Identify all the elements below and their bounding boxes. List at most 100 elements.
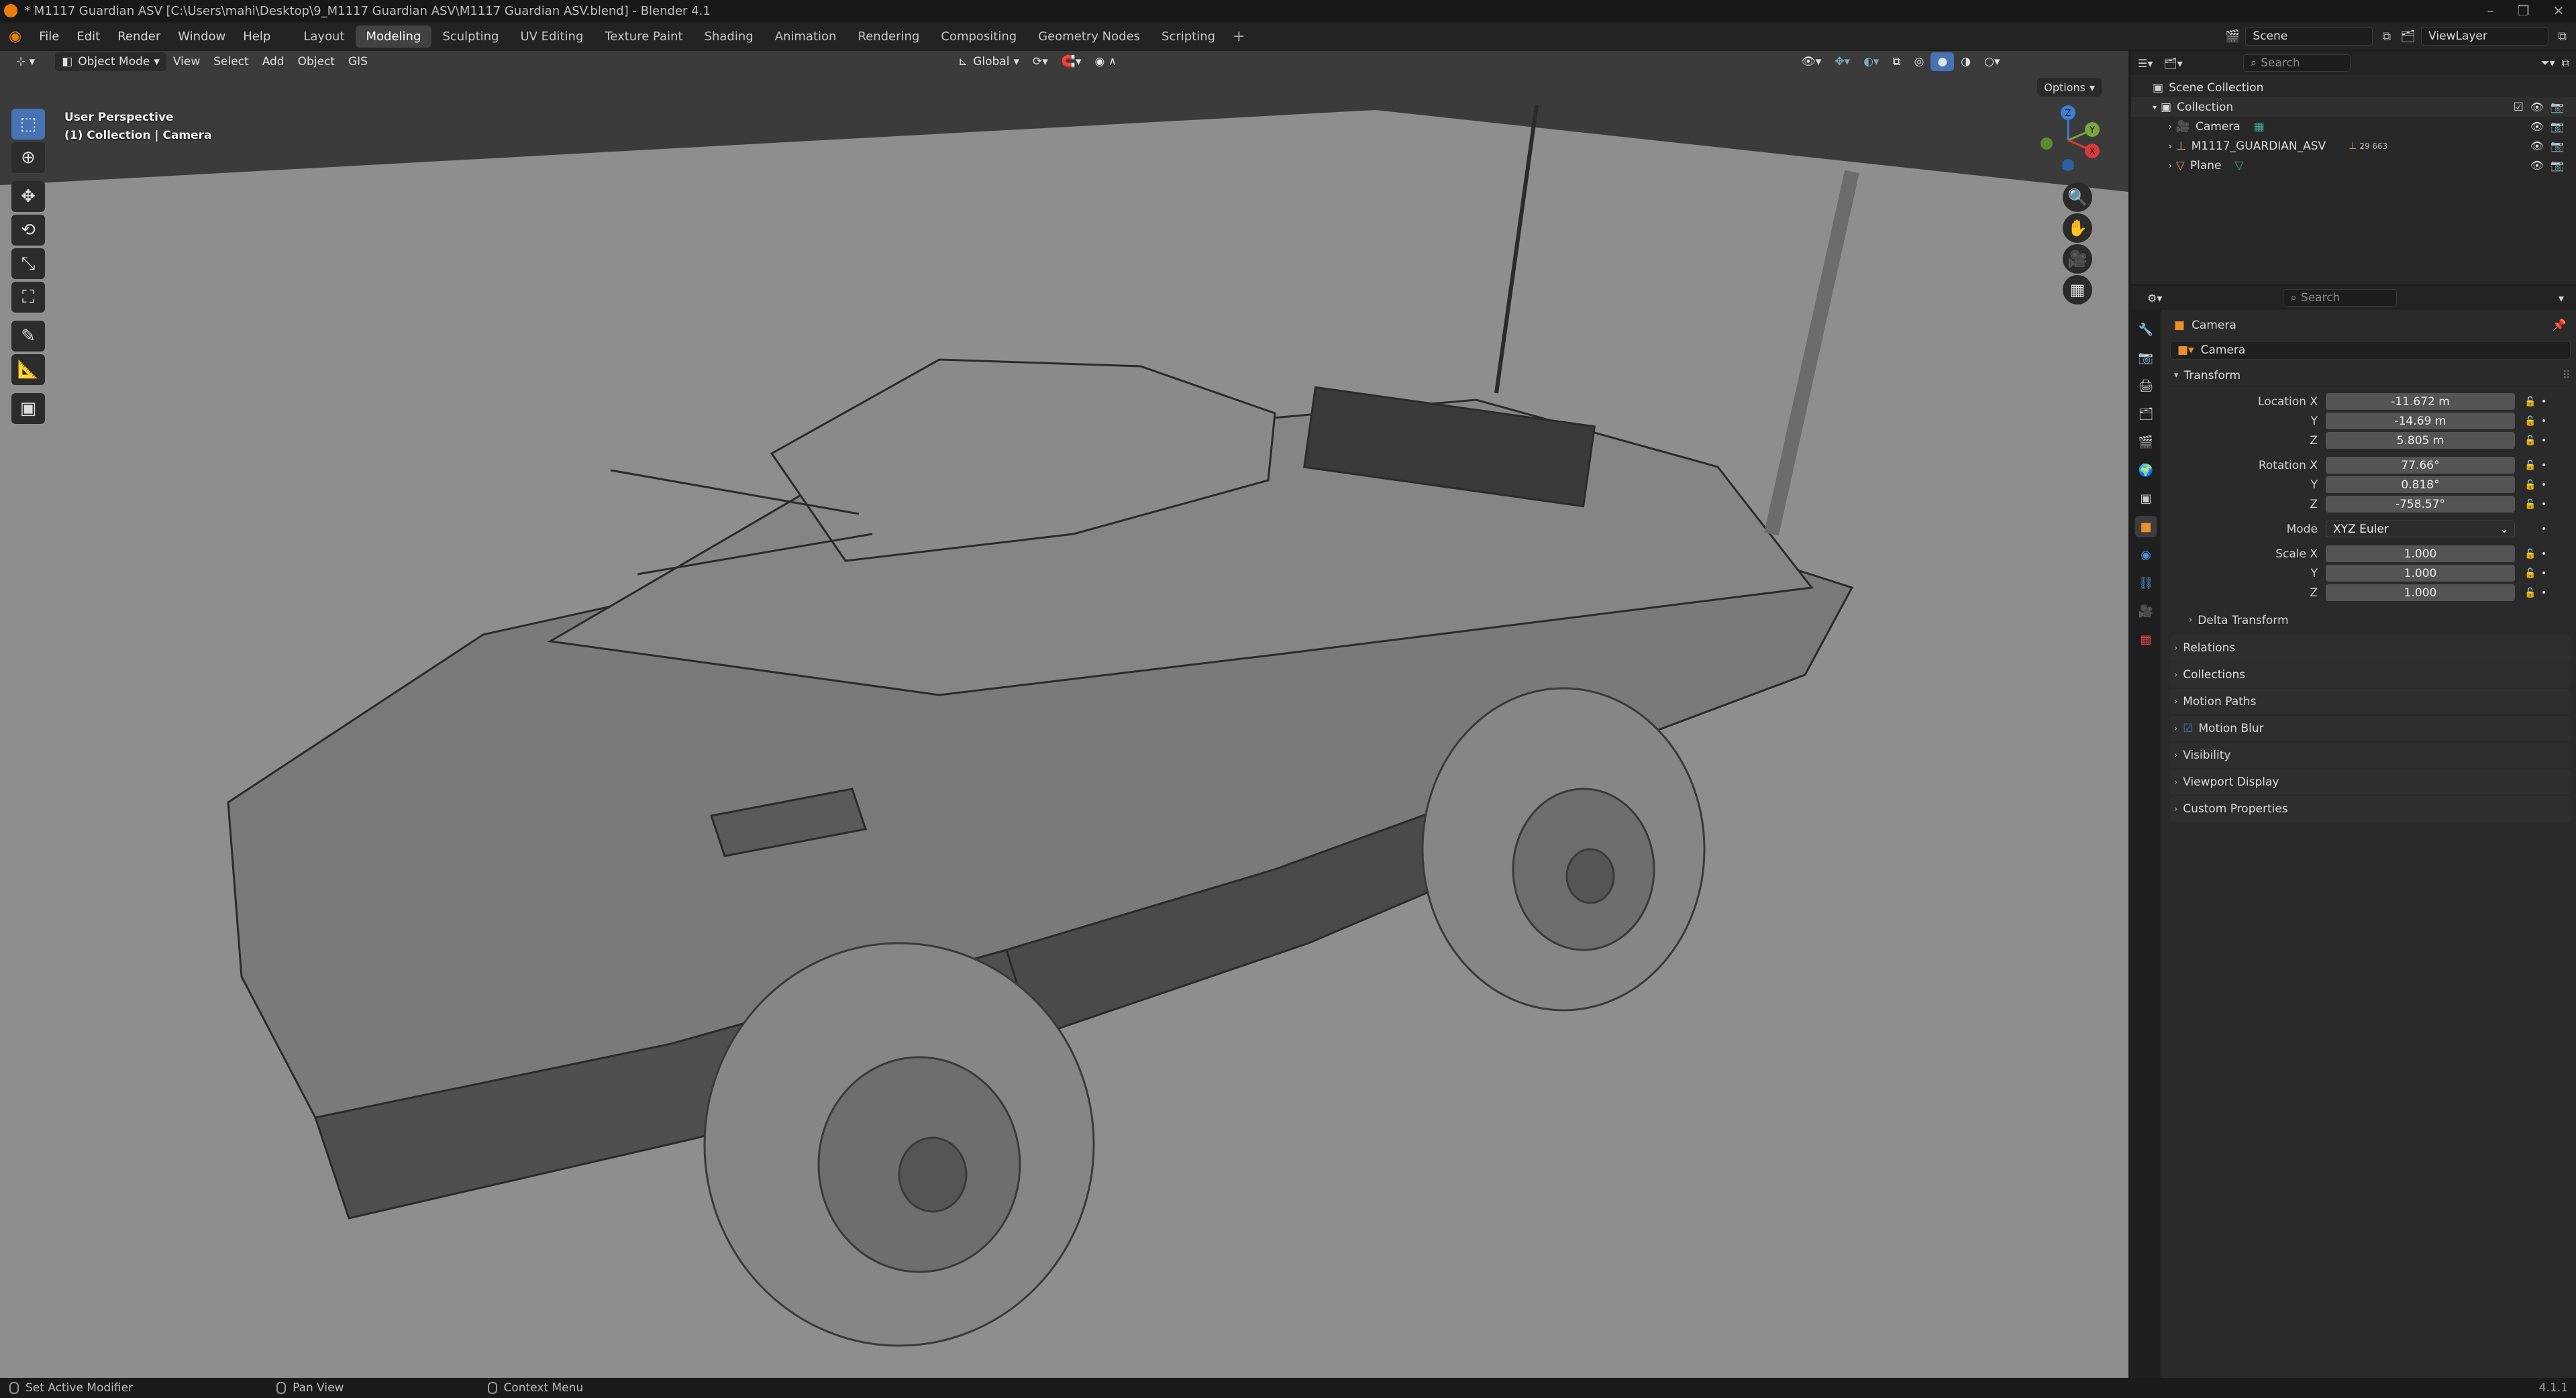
close-icon[interactable]: ✕ (2553, 3, 2565, 19)
add-cube-tool-icon[interactable]: ▣ (11, 393, 45, 424)
chevron-right-icon[interactable]: › (2169, 122, 2172, 131)
menu-select[interactable]: Select (207, 52, 255, 71)
menu-view[interactable]: View (166, 52, 207, 71)
scale-tool-icon[interactable]: ⤡ (11, 248, 45, 279)
chevron-right-icon[interactable]: › (2169, 161, 2172, 170)
collection-tab-icon[interactable]: ▣ (2135, 488, 2157, 509)
camera-render-icon[interactable]: 📷 (2551, 140, 2564, 152)
eye-icon[interactable]: 👁 (2530, 101, 2544, 113)
object-tab-icon[interactable]: ■ (2135, 516, 2157, 537)
eye-icon[interactable]: 👁 (2530, 120, 2544, 133)
checkbox-icon[interactable]: ☑ (2514, 101, 2524, 114)
physics-tab-icon[interactable]: ◉ (2135, 544, 2157, 566)
snap-icon[interactable]: 🧲▾ (1055, 52, 1088, 71)
menu-edit[interactable]: Edit (68, 30, 109, 44)
outliner-item-plane[interactable]: › ▽ Plane ▽ 👁 📷 (2131, 156, 2576, 175)
zoom-icon[interactable]: 🔍 (2063, 182, 2092, 212)
properties-search-input[interactable]: ⌕ Search (2283, 289, 2398, 307)
rotation-z-field[interactable]: -758.57° (2326, 496, 2515, 513)
tab-rendering[interactable]: Rendering (847, 25, 930, 48)
chevron-right-icon[interactable]: › (2169, 142, 2172, 151)
scale-x-field[interactable]: 1.000 (2326, 545, 2515, 562)
lock-icon[interactable]: 🔓 (2524, 568, 2536, 579)
pin-icon[interactable]: 📌 (2553, 319, 2567, 332)
rotation-x-field[interactable]: 77.66° (2326, 457, 2515, 474)
chevron-down-icon[interactable]: ▾ (2153, 103, 2157, 112)
constraints-tab-icon[interactable]: ⛓ (2135, 572, 2157, 594)
world-tab-icon[interactable]: 🌍 (2135, 460, 2157, 481)
menu-gis[interactable]: GIS (342, 52, 374, 71)
keyframe-dot-icon[interactable]: • (2541, 396, 2546, 407)
keyframe-dot-icon[interactable]: • (2541, 480, 2546, 490)
tab-compositing[interactable]: Compositing (930, 25, 1027, 48)
keyframe-dot-icon[interactable]: • (2541, 568, 2546, 579)
scene-tab-icon[interactable]: 🎬 (2135, 431, 2157, 453)
new-collection-icon[interactable]: ⧉ (2562, 56, 2569, 70)
gizmo-icon[interactable]: ✥▾ (1828, 52, 1857, 71)
measure-tool-icon[interactable]: 📐 (11, 354, 45, 385)
annotate-tool-icon[interactable]: ✎ (11, 321, 45, 352)
3d-viewport[interactable]: ⊹ ▾ ◧ Object Mode ▾ View Select Add Obje… (0, 51, 2128, 1378)
camera-render-icon[interactable]: 📷 (2551, 120, 2564, 133)
menu-add[interactable]: Add (256, 52, 291, 71)
menu-help[interactable]: Help (234, 30, 279, 44)
tab-uv-editing[interactable]: UV Editing (509, 25, 594, 48)
checkbox-icon[interactable]: ☑ (2183, 722, 2193, 735)
pivot-icon[interactable]: ⟳▾ (1026, 52, 1055, 71)
section-motion-paths[interactable]: › Motion Paths (2170, 689, 2571, 714)
camera-render-icon[interactable]: 📷 (2551, 101, 2564, 113)
shading-rendered-icon[interactable]: ○▾ (1977, 52, 2006, 71)
transform-tool-icon[interactable]: ⛶ (11, 282, 45, 313)
keyframe-dot-icon[interactable]: • (2541, 588, 2546, 598)
rotate-tool-icon[interactable]: ⟲ (11, 215, 45, 246)
proportional-edit-icon[interactable]: ◉ ∧ (1088, 52, 1123, 71)
outliner-item-camera[interactable]: › 🎥 Camera ▦ 👁 📷 (2131, 117, 2576, 136)
editor-type-button[interactable]: ⊹ ▾ (9, 52, 42, 71)
properties-editor-icon[interactable]: ⚙▾ (2147, 292, 2162, 305)
lock-icon[interactable]: 🔓 (2524, 396, 2536, 407)
camera-view-icon[interactable]: 🎥 (2063, 244, 2092, 274)
tab-animation[interactable]: Animation (764, 25, 847, 48)
outliner-editor-icon[interactable]: ☰▾ (2138, 57, 2153, 70)
tab-sculpting[interactable]: Sculpting (431, 25, 509, 48)
select-tool-icon[interactable]: ⬚ (11, 109, 45, 140)
shading-wireframe-icon[interactable]: ◎ (1908, 52, 1931, 71)
keyframe-dot-icon[interactable]: • (2541, 499, 2546, 510)
menu-object[interactable]: Object (291, 52, 342, 71)
section-visibility[interactable]: › Visibility (2170, 743, 2571, 768)
lock-icon[interactable]: 🔓 (2524, 499, 2536, 510)
axis-gizmo[interactable]: Z Y X (2028, 103, 2108, 177)
texture-tab-icon[interactable]: ▦ (2135, 629, 2157, 650)
camera-render-icon[interactable]: 📷 (2551, 159, 2564, 172)
tool-tab-icon[interactable]: 🔧 (2135, 319, 2157, 340)
section-motion-blur[interactable]: › ☑ Motion Blur (2170, 716, 2571, 741)
xray-icon[interactable]: ⧉ (1886, 52, 1907, 71)
scale-z-field[interactable]: 1.000 (2326, 584, 2515, 601)
view-layer-selector[interactable]: ViewLayer (2421, 27, 2549, 46)
outliner-search-input[interactable]: ⌕ Search (2243, 54, 2351, 72)
visibility-icon[interactable]: 👁▾ (1794, 52, 1828, 71)
tab-modeling[interactable]: Modeling (355, 25, 432, 48)
overlay-icon[interactable]: ◐▾ (1857, 52, 1886, 71)
delta-transform-row[interactable]: › Delta Transform (2170, 610, 2571, 630)
chevron-down-icon[interactable]: ▾ (2559, 292, 2564, 305)
tab-geometry-nodes[interactable]: Geometry Nodes (1027, 25, 1151, 48)
pan-hand-icon[interactable]: ✋ (2063, 213, 2092, 243)
section-collections[interactable]: › Collections (2170, 662, 2571, 688)
scene-selector[interactable]: Scene (2245, 27, 2373, 46)
transform-panel-header[interactable]: ▾ Transform ⠿ (2170, 365, 2571, 386)
keyframe-dot-icon[interactable]: • (2541, 435, 2546, 446)
grid-view-icon[interactable]: ▦ (2063, 275, 2092, 305)
eye-icon[interactable]: 👁 (2530, 159, 2544, 172)
shading-solid-icon[interactable]: ● (1930, 52, 1955, 71)
keyframe-dot-icon[interactable]: • (2541, 416, 2546, 427)
lock-icon[interactable]: 🔓 (2524, 480, 2536, 490)
display-mode-icon[interactable]: 🗂▾ (2163, 57, 2182, 70)
tab-texture-paint[interactable]: Texture Paint (594, 25, 693, 48)
output-tab-icon[interactable]: 🖨 (2135, 375, 2157, 396)
lock-icon[interactable]: 🔓 (2524, 435, 2536, 446)
outliner-item-vehicle[interactable]: › ⊥ M1117_GUARDIAN_ASV ⊥ 29 663 👁 📷 (2131, 136, 2576, 156)
menu-render[interactable]: Render (109, 30, 169, 44)
section-custom-properties[interactable]: › Custom Properties (2170, 796, 2571, 822)
add-workspace-button[interactable]: + (1226, 28, 1251, 45)
